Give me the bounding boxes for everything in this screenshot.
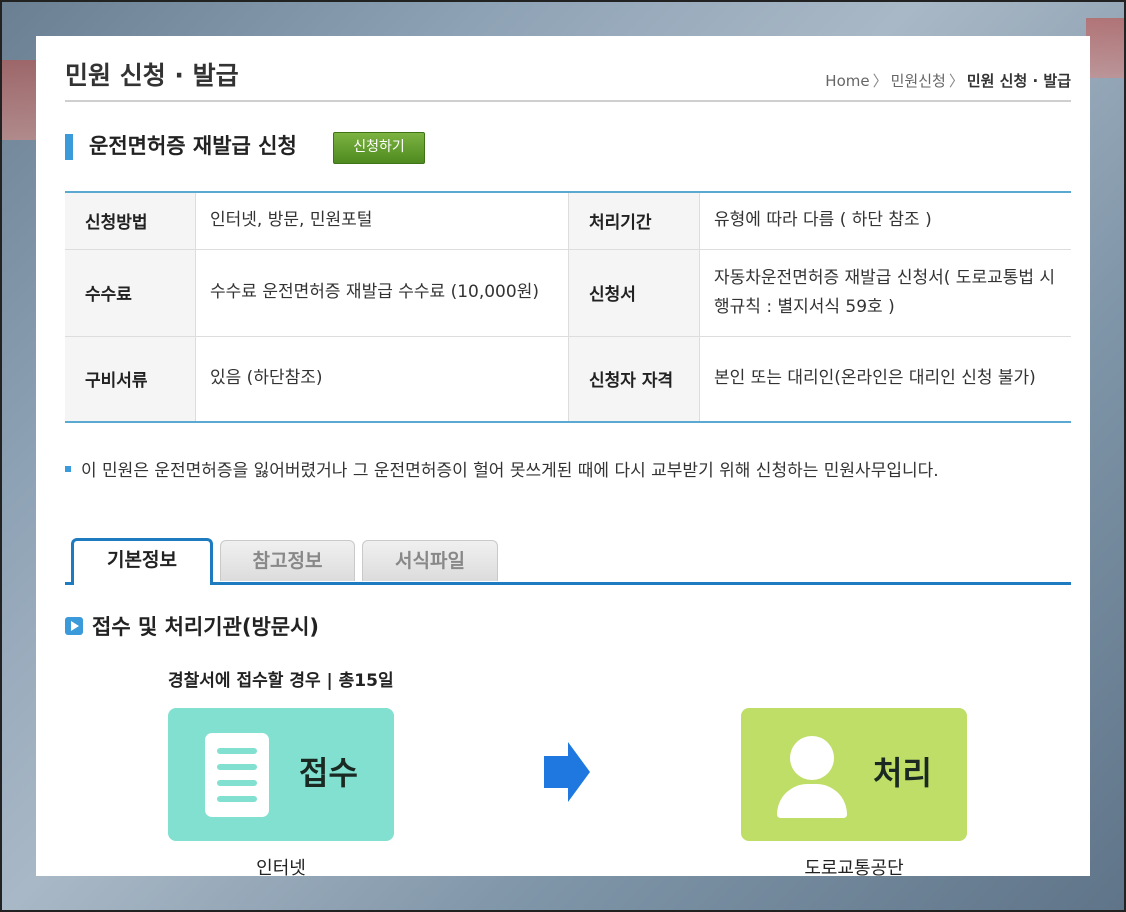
step-receive-label: 접수 [299, 754, 358, 792]
section-title: 운전면허증 재발급 신청 [89, 134, 297, 158]
apply-button[interactable]: 신청하기 [333, 132, 425, 164]
table-row: 신청방법 인터넷, 방문, 민원포털 처리기간 유형에 따라 다름 ( 하단 참… [65, 192, 1071, 250]
table-value: 있음 (하단참조) [195, 336, 569, 423]
step-receive: 접수 [168, 708, 394, 841]
arrow-right-icon [544, 742, 590, 802]
table-value: 자동차운전면허증 재발급 신청서( 도로교통법 시행규칙 : 별지서식 59호 … [699, 249, 1071, 337]
tab-basic-info[interactable]: 기본정보 [71, 538, 213, 585]
step-process-label: 처리 [873, 754, 932, 792]
table-row: 수수료 수수료 운전면허증 재발급 수수료 (10,000원) 신청서 자동차운… [65, 249, 1071, 337]
person-icon [777, 736, 847, 818]
breadcrumb-current: 민원 신청 · 발급 [966, 72, 1071, 90]
table-label: 신청서 [568, 249, 700, 337]
bullet-icon [65, 466, 71, 472]
breadcrumb-home[interactable]: Home [825, 72, 869, 90]
breadcrumb-apply[interactable]: 민원신청 [891, 72, 946, 90]
step-process-caption: 도로교통공단 [804, 858, 904, 876]
tab-reference-info[interactable]: 참고정보 [220, 540, 355, 581]
info-table: 신청방법 인터넷, 방문, 민원포털 처리기간 유형에 따라 다름 ( 하단 참… [65, 191, 1071, 423]
breadcrumb-separator: 〉 [872, 72, 888, 90]
table-value: 유형에 따라 다름 ( 하단 참조 ) [699, 192, 1071, 250]
breadcrumb: Home 〉 민원신청 〉 민원 신청 · 발급 [825, 70, 1071, 91]
table-value: 본인 또는 대리인(온라인은 대리인 신청 불가) [699, 336, 1071, 423]
case-label: 경찰서에 접수할 경우 | 총15일 [168, 671, 394, 691]
section-bar-icon [65, 134, 73, 160]
table-value: 수수료 운전면허증 재발급 수수료 (10,000원) [195, 249, 569, 337]
document-icon [205, 733, 269, 817]
table-label: 신청방법 [65, 192, 196, 250]
background-accent-right [1086, 18, 1126, 78]
content-panel: 민원 신청 · 발급 Home 〉 민원신청 〉 민원 신청 · 발급 운전면허증 재발… [36, 36, 1090, 876]
play-icon [65, 617, 83, 635]
table-label: 수수료 [65, 249, 196, 337]
tab-bar: 기본정보 참고정보 서식파일 [65, 538, 1071, 585]
process-title: 접수 및 처리기관(방문시) [92, 615, 320, 639]
tab-form-files[interactable]: 서식파일 [362, 540, 498, 581]
table-label: 구비서류 [65, 336, 196, 423]
description-text: 이 민원은 운전면허증을 잃어버렸거나 그 운전면허증이 헐어 못쓰게된 때에 … [81, 461, 939, 481]
step-receive-caption: 인터넷 [256, 858, 306, 876]
step-process: 처리 [741, 708, 967, 841]
page-header: 민원 신청 · 발급 Home 〉 민원신청 〉 민원 신청 · 발급 [65, 56, 1071, 102]
description: 이 민원은 운전면허증을 잃어버렸거나 그 운전면허증이 헐어 못쓰게된 때에 … [65, 456, 939, 481]
breadcrumb-separator: 〉 [948, 72, 964, 90]
table-label: 처리기간 [568, 192, 700, 250]
page-title: 민원 신청 · 발급 [65, 61, 239, 90]
table-label: 신청자 자격 [568, 336, 700, 423]
table-value: 인터넷, 방문, 민원포털 [195, 192, 569, 250]
table-row: 구비서류 있음 (하단참조) 신청자 자격 본인 또는 대리인(온라인은 대리인… [65, 336, 1071, 423]
